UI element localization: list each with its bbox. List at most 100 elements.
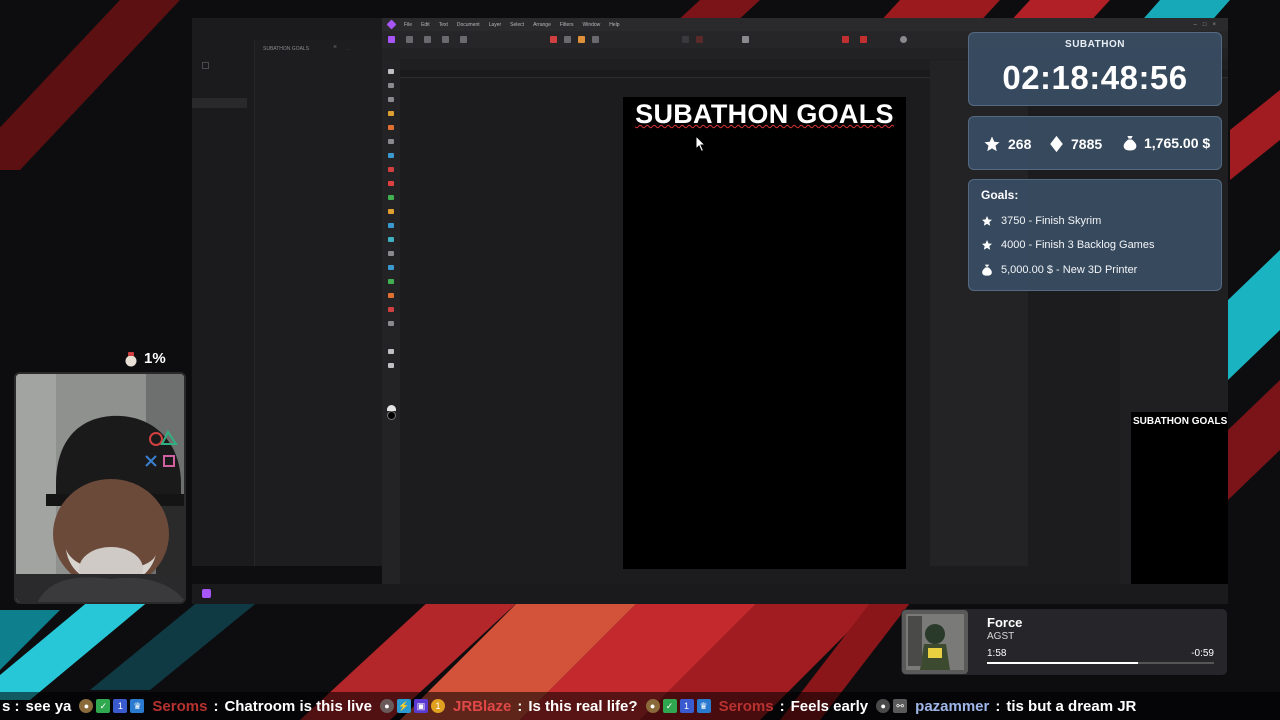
tool-icon[interactable]: [388, 181, 394, 186]
ticker-username: pazammer: [915, 697, 990, 715]
bag-icon: [125, 351, 137, 366]
tool-icon[interactable]: [900, 36, 907, 43]
tool-icon[interactable]: [388, 251, 394, 256]
tool-icon[interactable]: [442, 36, 449, 43]
tool-icon[interactable]: [696, 36, 703, 43]
subs-stat: 268: [983, 135, 1031, 153]
ticker-separator: :: [213, 697, 219, 715]
window-controls[interactable]: –□×: [1194, 22, 1222, 28]
tool-icon[interactable]: [742, 36, 749, 43]
crown-badge-icon: ♛: [696, 699, 711, 713]
coin-badge-icon: 1: [430, 699, 445, 713]
tool-icon[interactable]: [564, 36, 571, 43]
taskbar-app-icon[interactable]: [202, 589, 211, 598]
webcam-percent: 1%: [144, 350, 166, 367]
tool-icon[interactable]: [842, 36, 849, 43]
menu-file[interactable]: File: [404, 22, 412, 28]
track-progress-fill: [987, 662, 1139, 664]
tool-icon[interactable]: [388, 265, 394, 270]
chat-ticker: s : see ya ● ✓ 1 ♛ Seroms : Chatroom is …: [0, 692, 1280, 720]
panel-tab-subathon-goals[interactable]: SUBATHON GOALS: [263, 46, 309, 52]
zoom-tool-icon[interactable]: [388, 349, 394, 354]
panel-tab-secondary[interactable]: …: [345, 46, 350, 52]
dot-badge-icon: ●: [876, 699, 891, 713]
tool-icon[interactable]: [388, 83, 394, 88]
subathon-timer: 02:18:48:56: [1002, 59, 1188, 96]
app-logo-icon: [386, 19, 397, 30]
tool-icon[interactable]: [388, 125, 394, 130]
money-count: 1,765.00 $: [1144, 135, 1211, 151]
goals-title: Goals:: [981, 188, 1019, 202]
menu-document[interactable]: Document: [457, 22, 480, 28]
track-elapsed: 1:58: [987, 648, 1007, 659]
tier-badge-icon: 1: [679, 699, 694, 713]
menu-layer[interactable]: Layer: [489, 22, 502, 28]
tool-icon[interactable]: [424, 36, 431, 43]
mouse-cursor-icon: [695, 135, 707, 153]
navigator-preview: SUBATHON GOALS: [1131, 412, 1228, 584]
menu-text[interactable]: Text: [439, 22, 448, 28]
user-badges: ● ✓ 1 ♛: [79, 699, 145, 713]
tool-icon[interactable]: [388, 209, 394, 214]
subs-count: 268: [1008, 136, 1032, 152]
tool-icon[interactable]: [388, 167, 394, 172]
goal-text: 3750 - Finish Skyrim: [1001, 215, 1102, 227]
check-badge-icon: ✓: [96, 699, 111, 713]
tool-icon[interactable]: [388, 153, 394, 158]
tool-icon[interactable]: [388, 293, 394, 298]
artboard[interactable]: SUBATHON GOALS: [623, 97, 906, 569]
status-strip: [192, 566, 382, 584]
close-tab-icon[interactable]: ×: [333, 44, 337, 51]
menu-select[interactable]: Select: [510, 22, 524, 28]
view-tool-icon[interactable]: [388, 363, 394, 368]
ticker-separator: :: [995, 697, 1001, 715]
ticker-message: Chatroom is this live: [224, 697, 372, 715]
subathon-goals-card: Goals: 3750 - Finish Skyrim 4000 - Finis…: [968, 179, 1222, 291]
goal-item: 5,000.00 $ - New 3D Printer: [981, 264, 1137, 276]
tool-icon[interactable]: [550, 36, 557, 43]
tool-icon[interactable]: [388, 307, 394, 312]
tier-badge-icon: ▣: [413, 699, 428, 713]
tool-icon[interactable]: [578, 36, 585, 43]
navigator-panel: [1131, 370, 1228, 410]
artboard-title-text: SUBATHON GOALS: [635, 99, 894, 129]
webcam-meter: 1%: [124, 350, 166, 367]
ticker-message: see ya: [25, 697, 72, 715]
tool-icon[interactable]: [388, 139, 394, 144]
menu-arrange[interactable]: Arrange: [533, 22, 551, 28]
tool-icon[interactable]: [682, 36, 689, 43]
subathon-label: SUBATHON: [1065, 39, 1125, 50]
tool-icon[interactable]: [460, 36, 467, 43]
tool-icon[interactable]: [592, 36, 599, 43]
window-icon: [202, 62, 209, 69]
track-title: Force: [987, 615, 1023, 630]
album-art: [902, 610, 968, 674]
tool-icon[interactable]: [406, 36, 413, 43]
tool-icon[interactable]: [388, 279, 394, 284]
stroke-swatch[interactable]: [387, 411, 396, 420]
tool-icon[interactable]: [860, 36, 867, 43]
menu-filters[interactable]: Filters: [560, 22, 574, 28]
persona-icon[interactable]: [388, 36, 395, 43]
user-badges: ● ⚡ ▣ 1: [379, 699, 445, 713]
artboard-title[interactable]: SUBATHON GOALS: [623, 99, 906, 130]
menu-help[interactable]: Help: [609, 22, 619, 28]
ticker-separator: s :: [2, 697, 20, 715]
tool-icon[interactable]: [388, 97, 394, 102]
goal-item: 4000 - Finish 3 Backlog Games: [981, 239, 1154, 251]
tool-icon[interactable]: [388, 321, 394, 326]
menu-window[interactable]: Window: [583, 22, 601, 28]
tool-icon[interactable]: [388, 111, 394, 116]
user-badges: ● ⚯: [876, 699, 908, 713]
tool-icon[interactable]: [388, 195, 394, 200]
move-tool-icon[interactable]: [388, 69, 394, 74]
ticker-separator: :: [779, 697, 785, 715]
placeholder-bar: [192, 98, 247, 108]
menu-edit[interactable]: Edit: [421, 22, 430, 28]
money-bag-icon: [982, 264, 992, 276]
tool-icon[interactable]: [388, 223, 394, 228]
bits-stat: 7885: [1049, 135, 1102, 153]
tool-icon[interactable]: [388, 237, 394, 242]
goal-item: 3750 - Finish Skyrim: [981, 215, 1101, 227]
avatar-badge-icon: ●: [379, 699, 394, 713]
